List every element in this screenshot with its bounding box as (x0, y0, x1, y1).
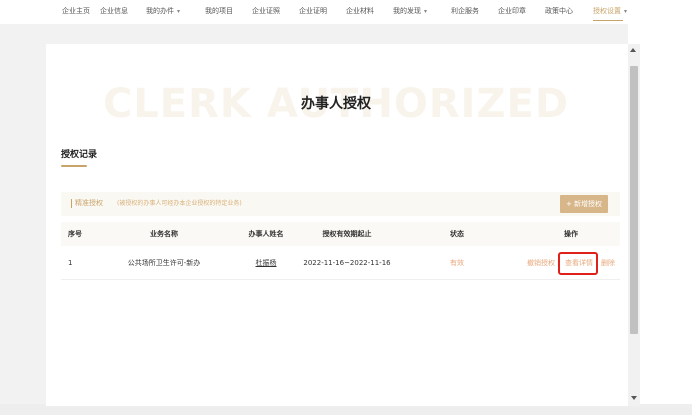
nav-item-authorization[interactable]: 授权设置 ▾ (593, 6, 627, 17)
nav-item-discoveries[interactable]: 我的发现 ▾ (393, 6, 427, 17)
chevron-down-icon: ▾ (177, 8, 181, 15)
section-title: 授权记录 (61, 150, 98, 160)
section-underline (61, 165, 87, 167)
scroll-up-arrow-icon[interactable] (630, 48, 636, 52)
scroll-down-arrow-icon[interactable] (631, 396, 637, 400)
vertical-scrollbar[interactable] (628, 44, 640, 406)
scroll-thumb[interactable] (630, 66, 638, 334)
nav-item-licenses[interactable]: 企业证照 (252, 6, 280, 16)
nav-item-seals[interactable]: 企业印章 (498, 6, 526, 16)
nav-item-materials[interactable]: 企业材料 (346, 6, 374, 16)
cell-index: 1 (68, 259, 73, 267)
filter-label[interactable]: 精准授权 (75, 198, 103, 209)
column-header-person: 办事人姓名 (248, 230, 284, 238)
nav-item-company-info[interactable]: 企业信息 (100, 6, 128, 16)
column-header-period: 授权有效期起止 (322, 230, 372, 238)
chevron-down-icon: ▾ (624, 8, 628, 15)
cell-business: 公共场所卫生许可-新办 (127, 259, 201, 267)
nav-item-my-cases[interactable]: 我的办件 ▾ (146, 6, 180, 17)
nav-item-policy[interactable]: 政策中心 (545, 6, 573, 16)
add-authorization-button[interactable]: + 新增授权 (560, 195, 608, 213)
table-header: 序号 业务名称 办事人姓名 授权有效期起止 状态 操作 (61, 222, 620, 246)
column-header-business: 业务名称 (150, 230, 178, 238)
column-header-actions: 操作 (564, 230, 578, 238)
nav-item-home[interactable]: 企业主页 (62, 6, 90, 16)
chevron-down-icon: ▾ (424, 8, 428, 15)
revoke-authorization-link[interactable]: 撤销授权 (527, 258, 555, 268)
page-title: 办事人授权 (301, 96, 371, 112)
active-nav-underline (593, 20, 623, 21)
cell-period: 2022-11-16~2022-11-16 (303, 259, 391, 267)
highlight-annotation-box (558, 252, 598, 275)
filter-accent-bar (71, 199, 72, 208)
nav-item-my-projects[interactable]: 我的项目 (205, 6, 233, 16)
column-header-status: 状态 (450, 230, 464, 238)
status-badge: 有效 (450, 259, 464, 267)
column-header-index: 序号 (68, 230, 82, 238)
top-navigation: 企业主页 企业信息 我的办件 ▾ 我的项目 企业证照 企业证明 企业材料 我的发现… (0, 0, 692, 24)
table-row: 1 公共场所卫生许可-新办 杜振杨 2022-11-16~2022-11-16 … (61, 246, 620, 280)
filter-note: (被授权的办事人可经办本企业授权的特定业务) (117, 200, 242, 207)
nav-item-certificates[interactable]: 企业证明 (299, 6, 327, 16)
filter-bar: 精准授权 (被授权的办事人可经办本企业授权的特定业务) + 新增授权 (61, 192, 620, 216)
nav-item-services[interactable]: 利企服务 (451, 6, 479, 16)
cell-person[interactable]: 杜振杨 (256, 258, 277, 268)
delete-link[interactable]: 删除 (601, 258, 615, 268)
